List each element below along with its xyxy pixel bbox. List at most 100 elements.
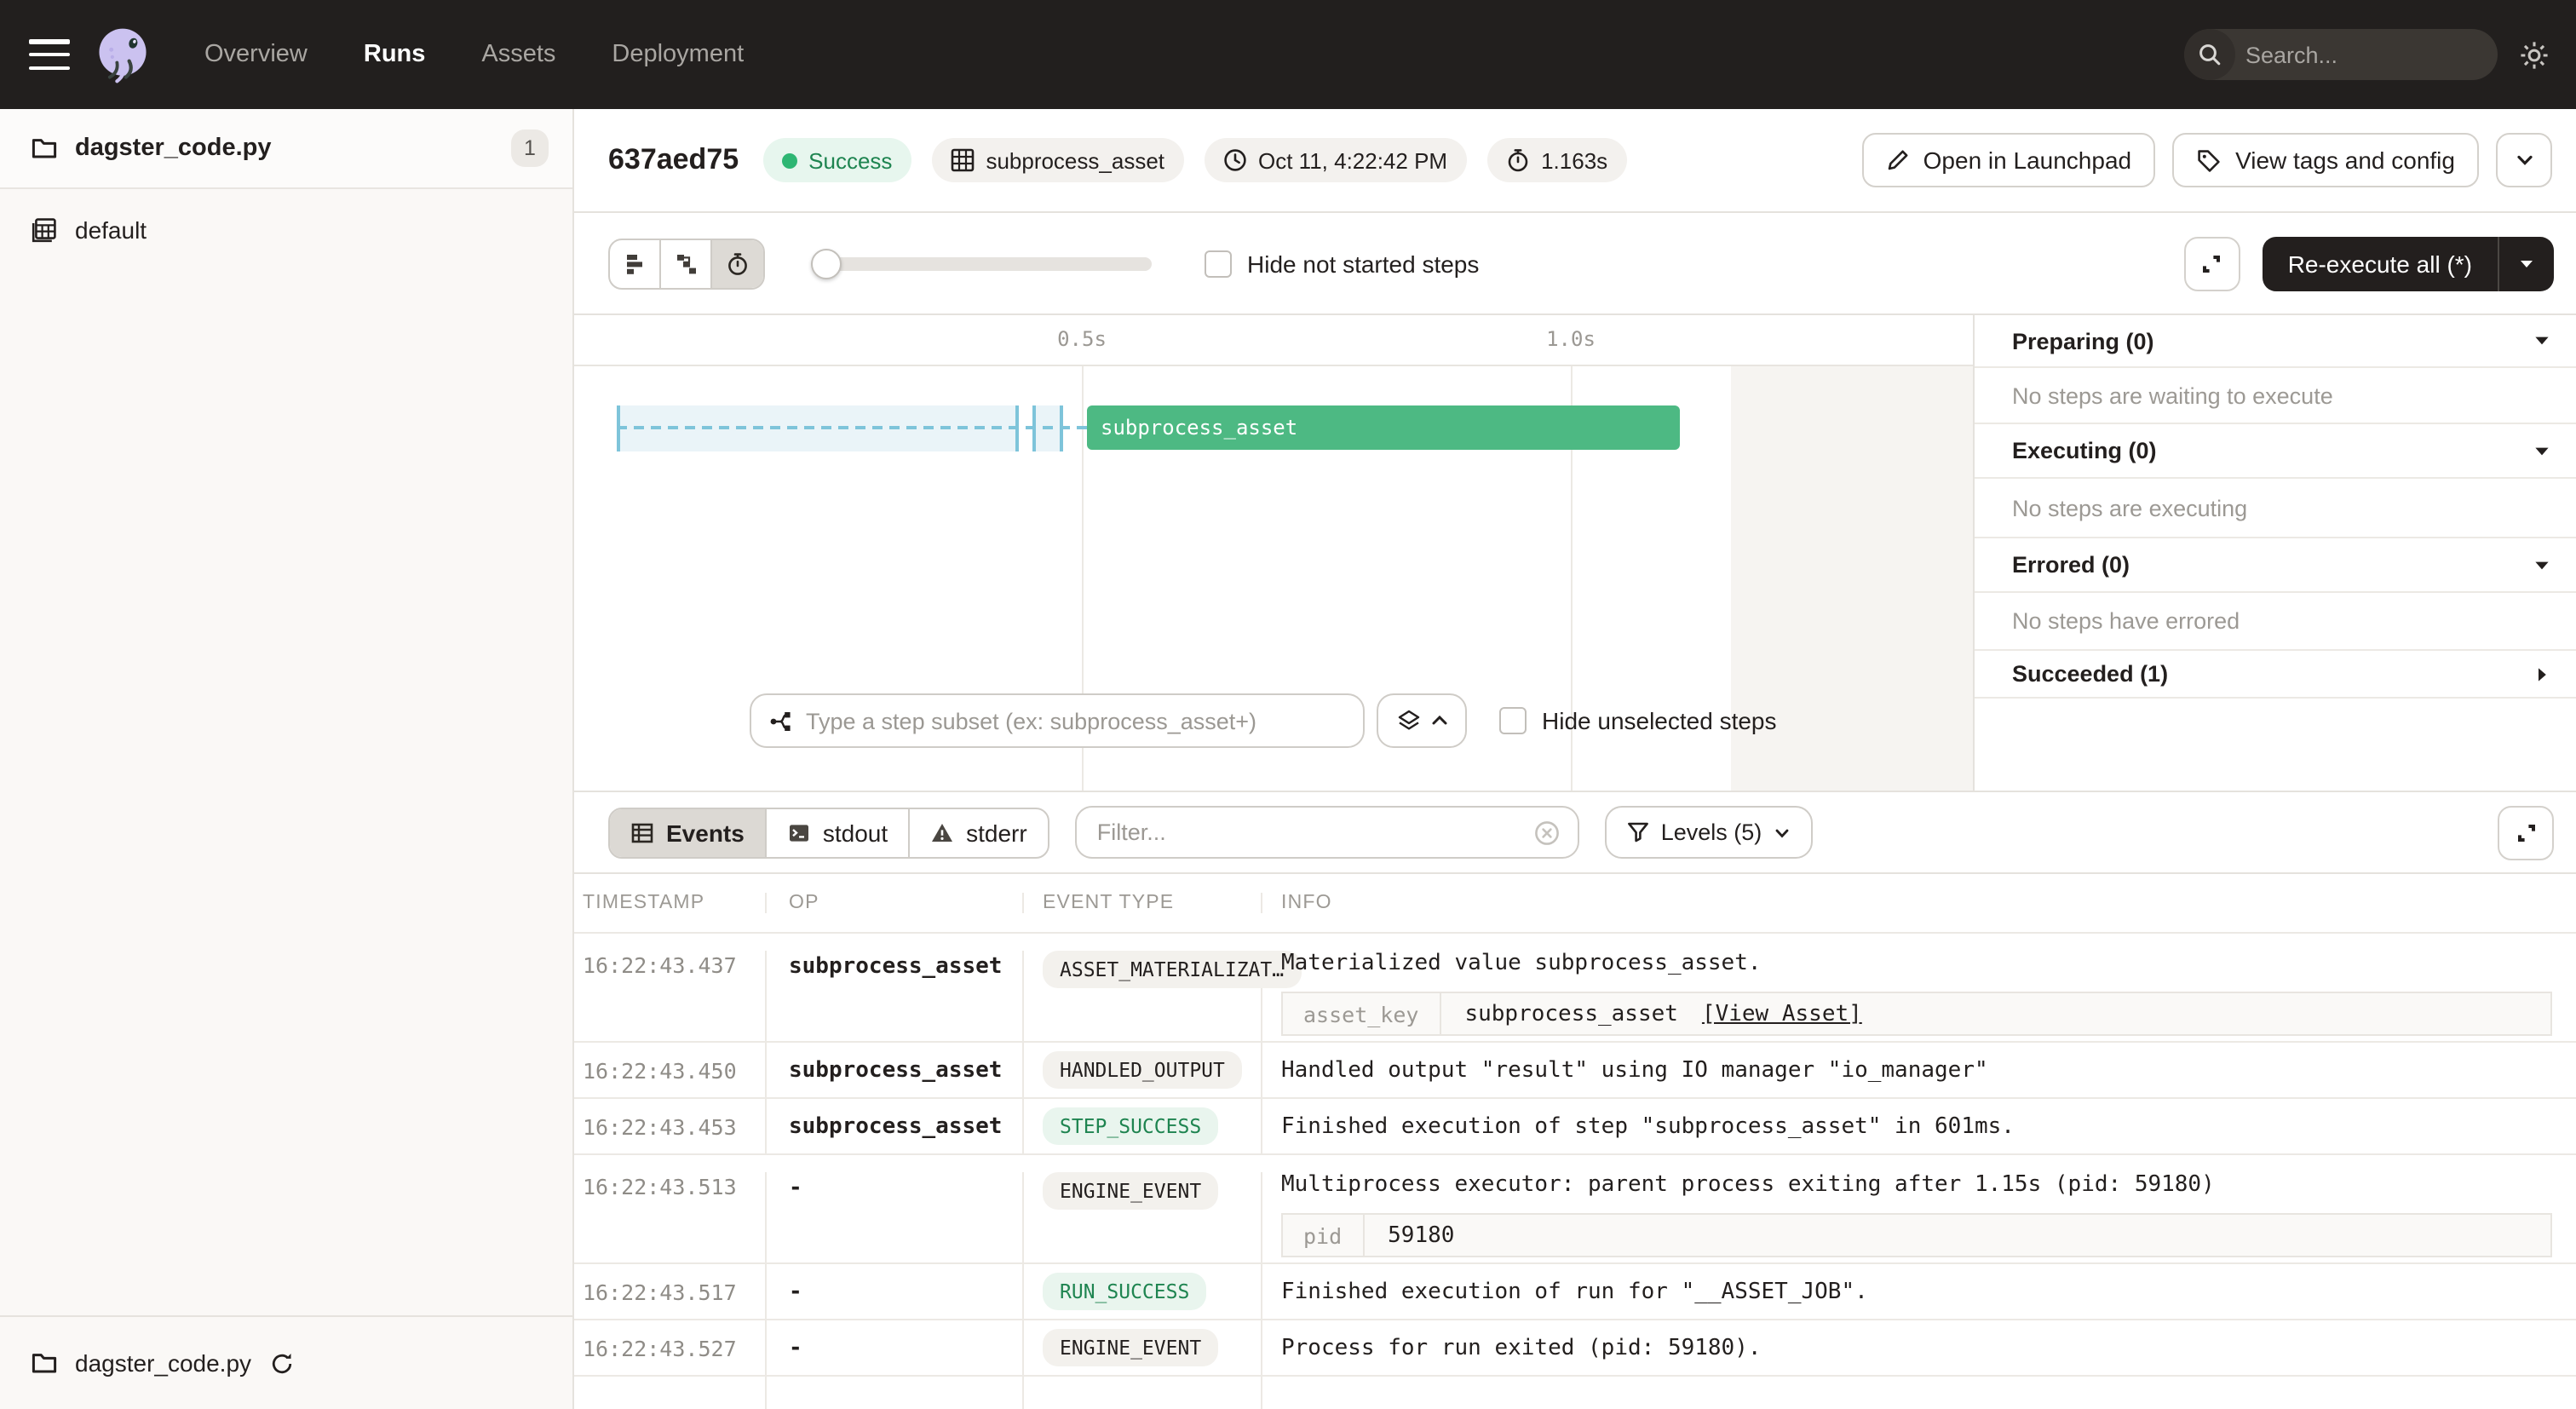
caret-down-icon <box>2533 556 2550 573</box>
log-row[interactable]: 16:22:43.513 - ENGINE_EVENT Multiprocess… <box>574 1155 2576 1264</box>
view-mode-flat-icon[interactable] <box>610 239 661 287</box>
col-header-info: INFO <box>1262 893 2576 913</box>
logs-toolbar: Events stdout stderr <box>574 792 2576 872</box>
log-filter-input[interactable] <box>1097 820 1533 845</box>
log-row[interactable]: 16:22:43.527 - ENGINE_EVENT Process for … <box>574 1320 2576 1377</box>
nav-item-overview[interactable]: Overview <box>204 41 308 68</box>
hide-not-started-checkbox[interactable] <box>1205 250 1232 277</box>
run-duration: 1.163s <box>1486 138 1626 182</box>
panel-message-executing: No steps are executing <box>1975 479 2576 538</box>
gantt-fullscreen-button[interactable] <box>2184 236 2240 290</box>
nav-item-runs[interactable]: Runs <box>364 41 426 68</box>
levels-filter-button[interactable]: Levels (5) <box>1605 806 1814 859</box>
table-icon <box>630 820 654 844</box>
log-timestamp: 16:22:43.437 <box>583 952 737 978</box>
metadata-value: 59180 <box>1388 1222 1454 1248</box>
code-location-name: dagster_code.py <box>75 135 272 162</box>
panel-section-errored[interactable]: Errored (0) <box>1975 538 2576 593</box>
gantt-chart: 0.5s 1.0s subprocess_asset <box>574 315 1973 791</box>
gantt-zoom-slider[interactable] <box>811 248 1152 279</box>
logs-fullscreen-button[interactable] <box>2498 805 2554 860</box>
log-op: subprocess_asset <box>789 954 1002 980</box>
gantt-step-bar[interactable]: subprocess_asset <box>1087 405 1680 450</box>
reexecute-all-button[interactable]: Re-execute all (*) <box>2263 236 2554 290</box>
terminal-icon <box>787 820 811 844</box>
panel-message-errored: No steps have errored <box>1975 593 2576 651</box>
log-op: - <box>789 1176 802 1201</box>
reexecute-dropdown-caret[interactable] <box>2498 236 2554 290</box>
col-header-op: OP <box>767 893 1024 913</box>
log-timestamp: 16:22:43.453 <box>583 1113 737 1139</box>
run-id: 637aed75 <box>608 143 739 177</box>
panel-section-preparing[interactable]: Preparing (0) <box>1975 315 2576 368</box>
log-info: Multiprocess executor: parent process ex… <box>1281 1172 2552 1198</box>
step-subset-input-box[interactable] <box>750 693 1365 748</box>
log-timestamp: 16:22:43.450 <box>583 1057 737 1083</box>
panel-message-preparing: No steps are waiting to execute <box>1975 368 2576 424</box>
tab-events[interactable]: Events <box>610 808 767 856</box>
asset-tag[interactable]: subprocess_asset <box>931 138 1183 182</box>
gear-icon[interactable] <box>2518 38 2550 71</box>
step-subset-input[interactable] <box>806 708 1346 733</box>
log-op: - <box>789 1335 802 1360</box>
log-info: Handled output "result" using IO manager… <box>1281 1057 1988 1083</box>
dagster-logo-icon[interactable] <box>90 22 155 87</box>
axis-tick-1-0s: 1.0s <box>1546 327 1596 351</box>
reload-icon[interactable] <box>268 1350 294 1376</box>
log-table-header: TIMESTAMP OP EVENT TYPE INFO <box>574 874 2576 934</box>
sidebar-job-default[interactable]: default <box>0 196 572 264</box>
caret-right-icon <box>2533 665 2550 682</box>
chevron-up-icon <box>1430 712 1447 729</box>
log-filter-box[interactable] <box>1075 806 1579 859</box>
stopwatch-icon <box>1505 148 1529 172</box>
clear-filter-icon[interactable] <box>1533 819 1561 846</box>
nav-item-assets[interactable]: Assets <box>481 41 555 68</box>
log-timestamp: 16:22:43.517 <box>583 1279 737 1304</box>
event-type-badge: RUN_SUCCESS <box>1043 1273 1206 1310</box>
view-mode-timed-icon[interactable] <box>712 239 763 287</box>
job-icon <box>31 216 58 244</box>
log-row[interactable]: 16:22:43.437 subprocess_asset ASSET_MATE… <box>574 934 2576 1043</box>
code-location-count-badge: 1 <box>511 129 549 167</box>
step-subset-row: Hide unselected steps <box>750 693 1777 748</box>
gantt-toolbar: Hide not started steps Re-execute all (*… <box>574 213 2576 315</box>
view-asset-link[interactable]: [View Asset] <box>1702 1001 1862 1027</box>
sidebar-code-location[interactable]: dagster_code.py 1 <box>0 109 572 189</box>
layers-icon <box>1396 709 1420 733</box>
panel-section-executing[interactable]: Executing (0) <box>1975 424 2576 479</box>
run-more-actions-button[interactable] <box>2496 133 2552 187</box>
run-header: 637aed75 Success subprocess_asset Oct 11… <box>574 109 2576 213</box>
view-mode-waterfall-icon[interactable] <box>661 239 712 287</box>
tab-stderr[interactable]: stderr <box>910 808 1048 856</box>
nav-item-deployment[interactable]: Deployment <box>612 41 744 68</box>
caret-down-icon <box>2533 442 2550 459</box>
open-in-launchpad-button[interactable]: Open in Launchpad <box>1862 133 2155 187</box>
graph-options-button[interactable] <box>1377 693 1467 748</box>
log-row[interactable]: 16:22:43.517 - RUN_SUCCESS Finished exec… <box>574 1264 2576 1320</box>
hamburger-menu-icon[interactable] <box>29 39 70 70</box>
gantt-view-mode-group <box>608 238 765 289</box>
panel-section-succeeded[interactable]: Succeeded (1) <box>1975 651 2576 699</box>
log-row[interactable]: 16:22:43.453 subprocess_asset STEP_SUCCE… <box>574 1099 2576 1155</box>
metadata-table: asset_key subprocess_asset [View Asset] <box>1281 992 2552 1036</box>
metadata-key: asset_key <box>1283 993 1440 1034</box>
log-op: subprocess_asset <box>789 1113 1002 1139</box>
tab-stdout[interactable]: stdout <box>767 808 910 856</box>
hide-unselected-checkbox[interactable] <box>1499 707 1527 734</box>
slider-track[interactable] <box>811 256 1152 270</box>
footer-code-location-name: dagster_code.py <box>75 1349 251 1377</box>
log-info: Finished execution of run for "__ASSET_J… <box>1281 1279 1868 1304</box>
metadata-key: pid <box>1283 1215 1364 1256</box>
event-log-table: TIMESTAMP OP EVENT TYPE INFO 16:22:43.43… <box>574 872 2576 1409</box>
funnel-icon <box>1627 821 1649 843</box>
log-row[interactable]: 16:22:43.450 subprocess_asset HANDLED_OU… <box>574 1043 2576 1099</box>
clock-icon <box>1222 148 1246 172</box>
gantt-time-axis: 0.5s 1.0s <box>574 315 1973 366</box>
search-input[interactable] <box>2235 42 2498 67</box>
top-nav: Overview Runs Assets Deployment / <box>0 0 2576 109</box>
global-search[interactable]: / <box>2184 29 2498 80</box>
view-tags-config-button[interactable]: View tags and config <box>2172 133 2479 187</box>
event-type-badge: HANDLED_OUTPUT <box>1043 1051 1242 1089</box>
slider-knob[interactable] <box>811 248 842 279</box>
log-info: Finished execution of step "subprocess_a… <box>1281 1113 2015 1139</box>
